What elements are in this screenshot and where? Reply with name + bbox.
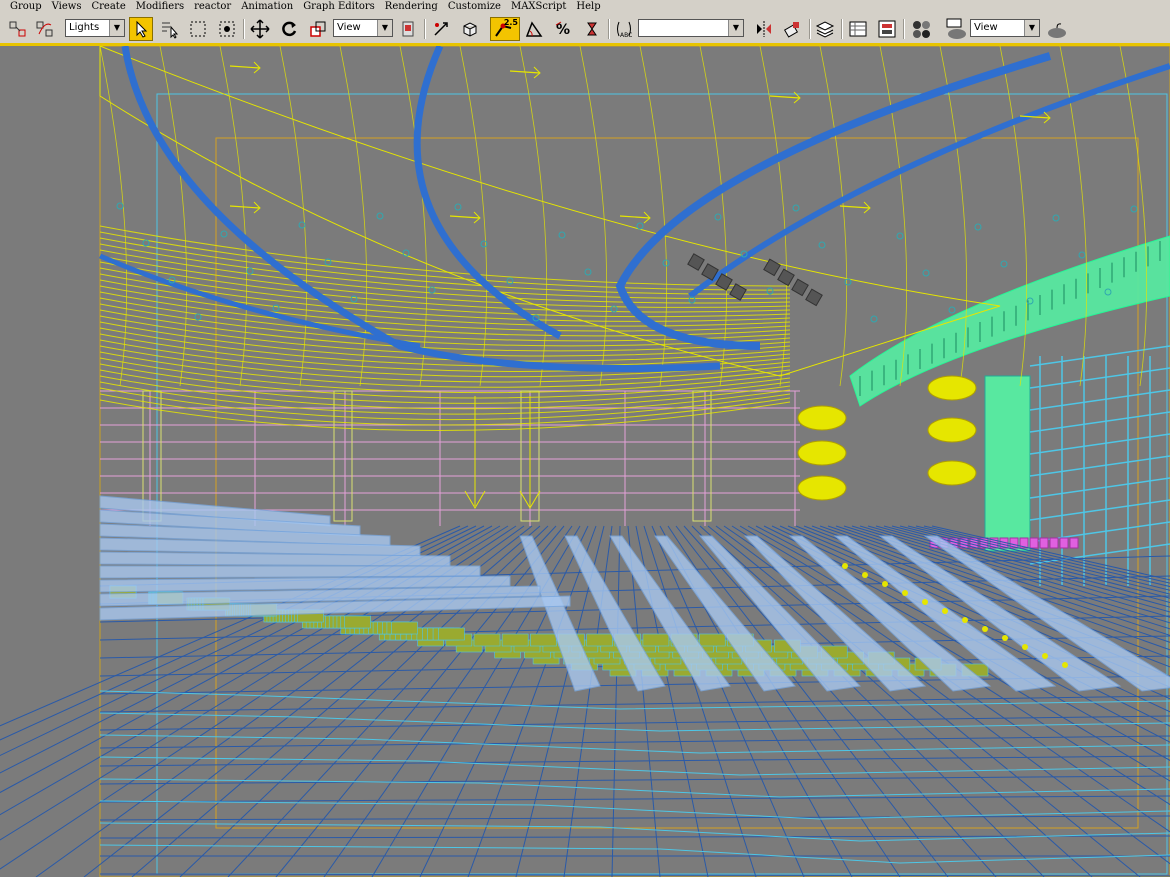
move-button[interactable] [248, 17, 272, 41]
scale-icon [310, 21, 326, 37]
menu-graph-editors[interactable]: Graph Editors [298, 0, 380, 13]
select-by-name-icon [162, 22, 179, 39]
wireframe-scene [0, 46, 1170, 877]
chevron-down-icon: ▼ [109, 20, 124, 36]
align-icon [783, 22, 799, 38]
quick-render-icon [1048, 23, 1066, 38]
material-editor-button[interactable] [910, 17, 934, 41]
select-by-name-button[interactable] [157, 17, 181, 41]
angle-snap-icon [525, 21, 543, 37]
manipulate-button[interactable] [429, 17, 453, 41]
menu-help[interactable]: Help [571, 0, 605, 13]
window-crossing-icon [219, 21, 235, 37]
rotate-button[interactable] [277, 17, 301, 41]
schematic-view-button[interactable] [875, 17, 899, 41]
scale-button[interactable] [306, 17, 330, 41]
reference-coord-dropdown[interactable]: View ▼ [333, 19, 393, 37]
edit-named-selection-button[interactable]: ABC [612, 17, 636, 41]
select-link-button[interactable] [6, 17, 30, 41]
spinner-snap-button[interactable] [580, 17, 604, 41]
menu-modifiers[interactable]: Modifiers [131, 0, 189, 13]
rotate-icon [282, 21, 297, 37]
menu-rendering[interactable]: Rendering [380, 0, 443, 13]
move-icon [250, 19, 270, 39]
mirror-button[interactable] [752, 17, 776, 41]
select-object-button[interactable] [129, 17, 153, 41]
menu-customize[interactable]: Customize [443, 0, 506, 13]
percent-snap-button[interactable]: % [551, 17, 575, 41]
render-scene-icon [946, 18, 966, 39]
toolbar-separator [809, 19, 811, 39]
menu-reactor[interactable]: reactor [189, 0, 236, 13]
rectangular-region-icon [190, 21, 206, 37]
main-toolbar: Lights ▼ View ▼ 2.5 % ABC ▼ View ▼ [0, 13, 1170, 46]
menu-maxscript[interactable]: MAXScript [506, 0, 571, 13]
curve-editor-button[interactable] [846, 17, 870, 41]
cube-icon [463, 22, 477, 37]
quick-render-button[interactable] [1044, 17, 1072, 41]
percent-snap-icon: % [555, 21, 570, 38]
window-crossing-button[interactable] [215, 17, 239, 41]
chevron-down-icon: ▼ [1024, 20, 1039, 36]
layer-manager-button[interactable] [813, 17, 837, 41]
use-pivot-button[interactable] [396, 17, 420, 41]
spinner-snap-icon [587, 22, 597, 36]
select-object-icon [136, 20, 148, 38]
toolbar-separator [608, 19, 610, 39]
reference-coord-value: View [337, 22, 361, 33]
selection-filter-value: Lights [69, 22, 100, 33]
keyboard-shortcut-button[interactable] [458, 17, 482, 41]
snap-3d-button[interactable]: 2.5 [490, 17, 520, 41]
material-editor-icon [913, 21, 930, 38]
rectangular-region-button[interactable] [186, 17, 210, 41]
unlink-button[interactable] [33, 17, 57, 41]
svg-text:ABC: ABC [620, 32, 632, 39]
layer-manager-icon [815, 21, 835, 38]
perspective-viewport[interactable] [0, 46, 1170, 877]
selection-filter-dropdown[interactable]: Lights ▼ [65, 19, 125, 37]
named-selection-dropdown[interactable]: ▼ [638, 19, 744, 37]
manipulate-icon [434, 22, 448, 36]
toolbar-separator [841, 19, 843, 39]
schematic-view-icon [878, 20, 896, 38]
mirror-icon [757, 21, 771, 37]
curve-editor-icon [849, 21, 867, 37]
chevron-down-icon: ▼ [728, 20, 743, 36]
render-view-dropdown[interactable]: View ▼ [970, 19, 1040, 37]
menu-create[interactable]: Create [87, 0, 131, 13]
render-view-value: View [974, 22, 998, 33]
select-link-icon [9, 21, 26, 37]
toolbar-separator [903, 19, 905, 39]
unlink-icon [36, 21, 53, 37]
menu-group[interactable]: Group [0, 0, 47, 13]
svg-text:%: % [556, 22, 570, 38]
align-button[interactable] [781, 17, 805, 41]
ceiling-wireframe [99, 46, 1170, 431]
menu-bar: Group Views Create Modifiers reactor Ani… [0, 0, 1170, 13]
spinner-snap-value: 2.5 [503, 18, 518, 27]
menu-animation[interactable]: Animation [236, 0, 298, 13]
use-pivot-icon [402, 21, 414, 37]
render-scene-button[interactable] [943, 17, 971, 41]
menu-views[interactable]: Views [47, 0, 87, 13]
angle-snap-button[interactable] [522, 17, 546, 41]
edit-named-selection-icon: ABC [617, 21, 632, 39]
toolbar-separator [243, 19, 245, 39]
toolbar-separator [424, 19, 426, 39]
chevron-down-icon: ▼ [377, 20, 392, 36]
